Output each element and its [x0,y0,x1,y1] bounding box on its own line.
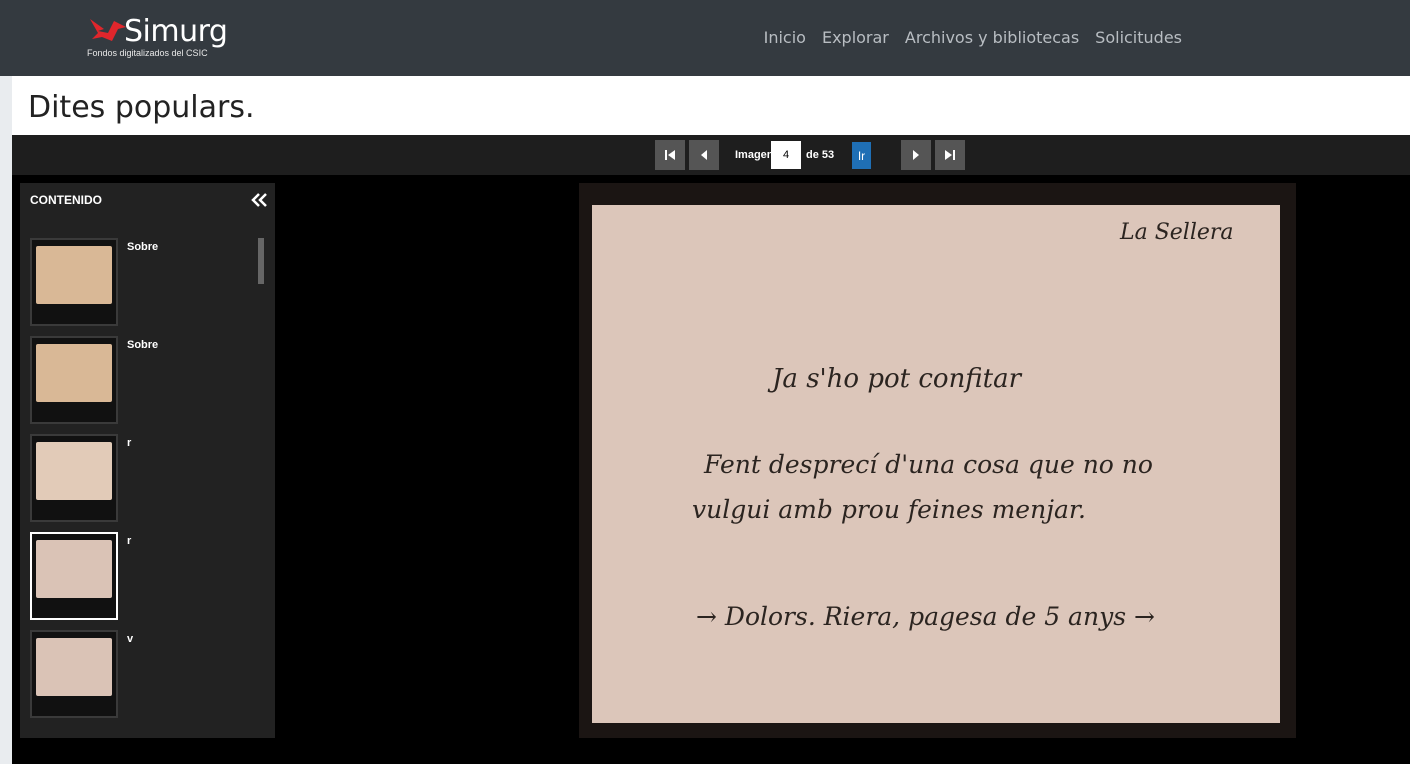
page-thumbnail-image [36,540,112,598]
pagination-bar: Imagen de 53 Ir [12,135,1410,175]
first-page-icon [665,150,675,160]
explanation-line-1: Fent desprecí d'una cosa que no no [703,450,1153,479]
page-total-label: de 53 [806,149,835,161]
prev-page-button[interactable] [689,140,719,170]
logo-name: Simurg [124,14,228,49]
page-thumbnail-image [36,442,112,500]
last-page-icon [945,150,955,160]
first-page-button[interactable] [655,140,685,170]
image-viewer: Imagen de 53 Ir CONTENIDO Sobre Sobre r [12,135,1410,764]
sidebar-scrollbar[interactable] [258,238,264,284]
logo-tagline: Fondos digitalizados del CSIC [87,48,208,58]
next-page-button[interactable] [901,140,931,170]
thumbnail-item[interactable] [30,238,118,326]
contents-panel: CONTENIDO Sobre Sobre r r v [20,183,275,738]
thumbnail-label: Sobre [127,339,159,351]
handwritten-page: La Sellera Ja s'ho pot confitar Fent des… [592,205,1280,723]
place-heading-text: La Sellera [1119,220,1234,245]
thumbnail-label: v [127,633,134,645]
thumbnail-item[interactable] [30,630,118,718]
thumbnail-item-active[interactable] [30,532,118,620]
page-number-input[interactable] [771,141,801,169]
page-title: Dites populars. [28,90,255,125]
next-page-icon [913,150,919,160]
last-page-button[interactable] [935,140,965,170]
contents-heading: CONTENIDO [30,193,102,207]
nav-explorar[interactable]: Explorar [822,28,889,47]
informant-line: → Dolors. Riera, pagesa de 5 anys → [696,602,1155,631]
prev-page-icon [701,150,707,160]
envelope-thumbnail-image [36,344,112,402]
top-navigation-bar: Simurg Fondos digitalizados del CSIC Ini… [0,0,1410,76]
thumbnail-item[interactable] [30,434,118,522]
image-label: Imagen [735,149,774,161]
nav-inicio[interactable]: Inicio [764,28,806,47]
nav-archivos-y-bibliotecas[interactable]: Archivos y bibliotecas [905,28,1079,47]
document-scan[interactable]: La Sellera Ja s'ho pot confitar Fent des… [579,183,1296,738]
double-chevron-left-icon[interactable] [250,192,268,208]
explanation-line-2: vulgui amb prou feines menjar. [692,495,1086,524]
main-nav: Inicio Explorar Archivos y bibliotecas S… [764,28,1182,47]
saying-text: Ja s'ho pot confitar [767,364,1023,394]
thumbnail-label: r [127,437,132,449]
simurg-logo[interactable]: Simurg Fondos digitalizados del CSIC [87,14,248,62]
bird-logo-icon [90,19,126,41]
thumbnail-label: r [127,535,132,547]
nav-solicitudes[interactable]: Solicitudes [1095,28,1182,47]
page-thumbnail-image [36,638,112,696]
thumbnail-label: Sobre [127,241,159,253]
go-button[interactable]: Ir [852,142,871,169]
left-margin-strip [0,76,12,764]
handwriting-layer: La Sellera Ja s'ho pot confitar Fent des… [692,220,1234,631]
title-bar: Dites populars. [12,76,1410,135]
envelope-thumbnail-image [36,246,112,304]
thumbnail-item[interactable] [30,336,118,424]
